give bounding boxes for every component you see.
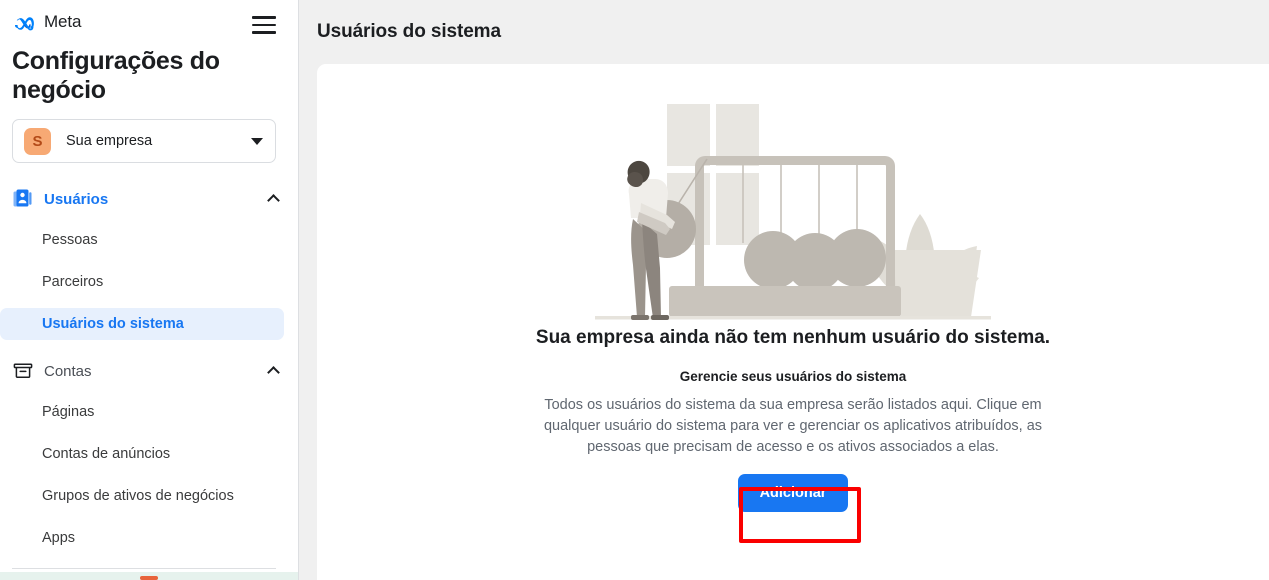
sidebar-item-label: Parceiros (42, 274, 104, 290)
sidebar-item-label: Grupos de ativos de negócios (42, 488, 234, 504)
hamburger-bar (252, 16, 276, 19)
sidebar-item-usuarios-do-sistema[interactable]: Usuários do sistema (0, 308, 284, 340)
meta-wordmark: Meta (44, 12, 82, 31)
page-title-sidebar: Configurações do negócio (12, 47, 220, 104)
main-header: Usuários do sistema (299, 0, 1269, 64)
archive-box-icon (12, 360, 34, 382)
caret-down-icon[interactable] (251, 137, 263, 145)
business-avatar: S (24, 127, 51, 155)
sidebar-nav: Usuários Pessoas Parceiros Usuários do s… (0, 182, 298, 580)
sidebar-sub-usuarios: Pessoas Parceiros Usuários do sistema (0, 216, 298, 340)
sidebar-group-label: Contas (44, 362, 92, 380)
sidebar-header: Meta (0, 0, 298, 38)
sidebar-item-paginas[interactable]: Páginas (0, 396, 284, 428)
chevron-up-icon[interactable] (267, 366, 280, 379)
content-card: Sua empresa ainda não tem nenhum usuário… (317, 64, 1269, 580)
sidebar-item-parceiros[interactable]: Parceiros (0, 266, 284, 298)
sidebar-bottom-handle[interactable] (140, 576, 158, 580)
business-selector[interactable]: S Sua empresa (12, 119, 276, 163)
hamburger-bar (252, 31, 276, 34)
meta-logo: Meta (12, 8, 82, 32)
sidebar-item-pessoas[interactable]: Pessoas (0, 224, 284, 256)
page-title: Usuários do sistema (317, 21, 501, 42)
newtons-cradle-illustration (595, 104, 991, 320)
sidebar-item-contas-de-anuncios[interactable]: Contas de anúncios (0, 438, 284, 470)
sidebar-group-contas[interactable]: Contas (0, 354, 298, 388)
sidebar-item-label: Apps (42, 530, 76, 546)
sidebar: Meta Configurações do negócio S Sua empr… (0, 0, 299, 580)
sidebar-item-grupos-de-ativos[interactable]: Grupos de ativos de negócios (0, 480, 284, 512)
add-button[interactable]: Adicionar (737, 474, 849, 512)
hamburger-bar (252, 23, 276, 27)
empty-state-body: Todos os usuários do sistema da sua empr… (543, 397, 1043, 455)
sidebar-item-label: Usuários do sistema (42, 316, 184, 332)
business-name: Sua empresa (66, 133, 153, 149)
business-settings-page: Meta Configurações do negócio S Sua empr… (0, 0, 1269, 580)
sidebar-sub-contas: Páginas Contas de anúncios Grupos de ati… (0, 388, 298, 554)
sidebar-item-label: Páginas (42, 404, 95, 420)
empty-state-heading: Sua empresa ainda não tem nenhum usuário… (535, 327, 1051, 348)
main-area: Usuários do sistema Sua empresa ainda nã… (299, 0, 1269, 580)
meta-infinity-icon (15, 16, 34, 30)
sidebar-item-apps[interactable]: Apps (0, 522, 284, 554)
sidebar-item-label: Pessoas (42, 232, 98, 248)
sidebar-group-label: Usuários (44, 190, 109, 208)
users-card-icon (12, 188, 34, 210)
sidebar-group-usuarios[interactable]: Usuários (0, 182, 298, 216)
empty-state: Sua empresa ainda não tem nenhum usuário… (317, 64, 1269, 512)
sidebar-divider (12, 568, 276, 569)
sidebar-item-label: Contas de anúncios (42, 446, 171, 462)
empty-state-subheading: Gerencie seus usuários do sistema (679, 369, 907, 384)
chevron-up-icon[interactable] (267, 194, 280, 207)
hamburger-menu-icon[interactable] (252, 12, 278, 38)
